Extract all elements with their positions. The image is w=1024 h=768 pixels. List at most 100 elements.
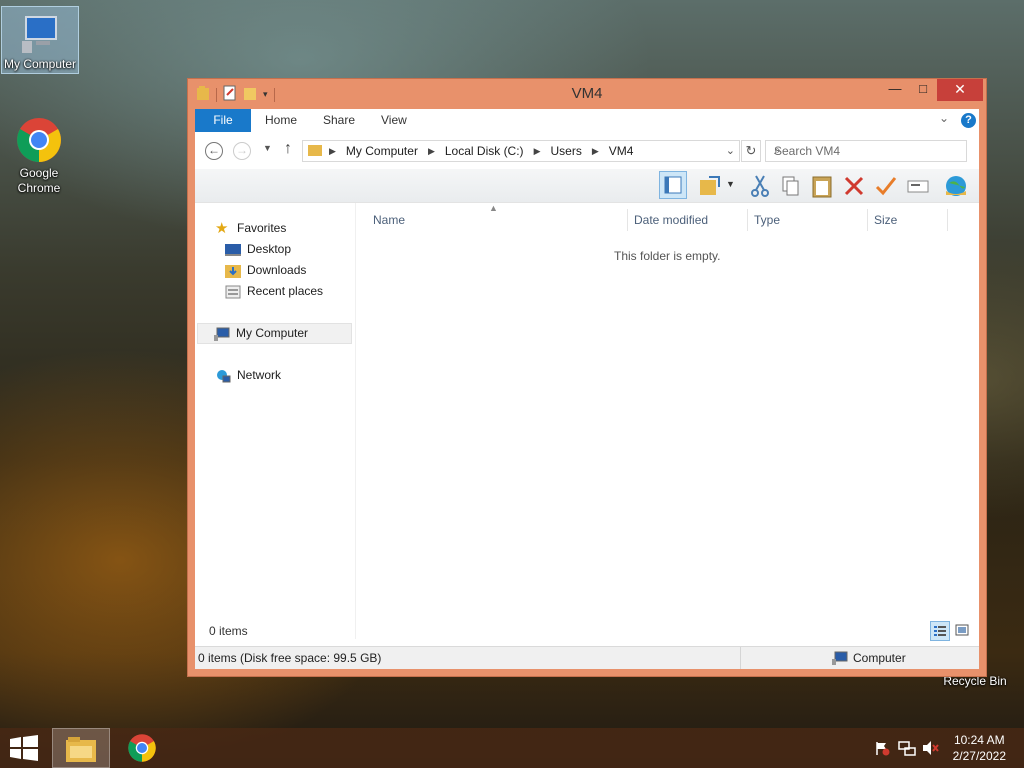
column-divider[interactable] bbox=[947, 209, 948, 231]
minimize-button[interactable]: — bbox=[881, 79, 909, 101]
file-explorer-icon bbox=[65, 735, 97, 766]
column-header-size[interactable]: Size bbox=[874, 213, 897, 227]
nav-item-desktop[interactable]: Desktop bbox=[225, 239, 291, 260]
window-client: File Home Share View ⌄ ? ← → ▼ ↑ ▶ My Co… bbox=[195, 109, 979, 669]
start-button[interactable] bbox=[0, 728, 58, 768]
breadcrumb-vm4[interactable]: VM4 bbox=[609, 144, 634, 158]
chrome-icon bbox=[15, 116, 63, 164]
chrome-icon bbox=[127, 733, 157, 766]
up-button[interactable]: ↑ bbox=[284, 140, 292, 158]
nav-label: Desktop bbox=[247, 242, 292, 256]
action-center-flag-icon[interactable] bbox=[874, 740, 890, 759]
forward-button[interactable]: → bbox=[233, 142, 251, 160]
tab-view[interactable]: View bbox=[381, 109, 407, 132]
ribbon-tabs: File Home Share View ⌄ ? bbox=[195, 109, 979, 133]
column-header-name[interactable]: Name bbox=[373, 213, 405, 227]
windows-logo-icon bbox=[10, 735, 38, 764]
chevron-right-icon[interactable]: ▶ bbox=[428, 146, 435, 157]
nav-item-downloads[interactable]: Downloads bbox=[225, 260, 306, 281]
nav-label: Recent places bbox=[247, 284, 324, 298]
breadcrumb-local-disk[interactable]: Local Disk (C:) bbox=[445, 144, 524, 158]
file-list-pane: ▲ Name Date modified Type Size This fold… bbox=[357, 203, 979, 639]
details-status-bar: 0 items (Disk free space: 99.5 GB) Compu… bbox=[195, 646, 979, 669]
computer-icon bbox=[832, 651, 848, 668]
status-bar: 0 items bbox=[195, 617, 979, 647]
computer-icon bbox=[18, 11, 62, 55]
search-input[interactable]: Search VM4 ⌕ bbox=[765, 140, 967, 162]
taskbar-file-explorer[interactable] bbox=[52, 728, 110, 768]
column-header-date-modified[interactable]: Date modified bbox=[634, 213, 708, 227]
chevron-right-icon[interactable]: ▶ bbox=[329, 146, 336, 157]
column-divider[interactable] bbox=[867, 209, 868, 231]
folder-icon bbox=[307, 143, 323, 160]
search-icon[interactable]: ⌕ bbox=[774, 143, 960, 158]
column-divider[interactable] bbox=[747, 209, 748, 231]
location-label: Computer bbox=[853, 651, 906, 665]
star-icon: ★ bbox=[215, 219, 229, 237]
copy-icon[interactable] bbox=[777, 173, 803, 199]
volume-muted-icon[interactable] bbox=[922, 740, 940, 759]
nav-item-recent-places[interactable]: Recent places bbox=[225, 281, 323, 302]
network-icon bbox=[215, 369, 231, 383]
network-status-icon[interactable] bbox=[898, 740, 916, 759]
window-title: VM4 bbox=[571, 85, 603, 102]
desktop-icon-google-chrome[interactable]: Google Chrome bbox=[1, 112, 77, 196]
chevron-right-icon[interactable]: ▶ bbox=[592, 146, 599, 157]
large-icons-view-icon[interactable] bbox=[955, 623, 969, 640]
help-icon[interactable]: ? bbox=[961, 113, 976, 128]
tab-file[interactable]: File bbox=[195, 109, 251, 132]
downloads-folder-icon bbox=[225, 264, 241, 278]
column-divider[interactable] bbox=[627, 209, 628, 231]
taskbar-google-chrome[interactable] bbox=[114, 728, 172, 768]
preview-pane-icon[interactable] bbox=[659, 171, 687, 199]
title-bar[interactable]: ▾ VM4 — □ ✕ bbox=[188, 79, 986, 109]
sort-ascending-icon: ▲ bbox=[489, 203, 498, 213]
column-header-type[interactable]: Type bbox=[754, 213, 780, 227]
chevron-down-icon[interactable]: ▼ bbox=[726, 179, 735, 189]
item-count: 0 items bbox=[209, 624, 248, 638]
nav-label: My Computer bbox=[236, 326, 309, 340]
clock-date: 2/27/2022 bbox=[952, 749, 1006, 763]
checkmark-icon[interactable] bbox=[873, 173, 899, 199]
nav-item-my-computer[interactable]: My Computer bbox=[197, 323, 352, 344]
chevron-down-icon[interactable]: ⌄ bbox=[726, 144, 735, 157]
divider bbox=[740, 647, 741, 669]
nav-label: Favorites bbox=[237, 221, 287, 235]
close-button[interactable]: ✕ bbox=[937, 79, 983, 101]
nav-item-network[interactable]: Network bbox=[215, 365, 281, 386]
nav-item-favorites[interactable]: ★ Favorites bbox=[215, 218, 286, 239]
recent-locations-icon[interactable]: ▼ bbox=[263, 143, 272, 153]
taskbar: 10:24 AM 2/27/2022 bbox=[0, 728, 1024, 768]
desktop-icon-my-computer[interactable]: My Computer bbox=[1, 6, 79, 74]
rename-icon[interactable] bbox=[905, 173, 931, 199]
desktop-icon bbox=[225, 243, 241, 257]
empty-folder-message: This folder is empty. bbox=[614, 249, 721, 263]
paste-icon[interactable] bbox=[809, 173, 835, 199]
navigation-pane: ★ Favorites Desktop Downloads Recent pla… bbox=[195, 203, 356, 639]
clock-time: 10:24 AM bbox=[953, 733, 1005, 747]
chevron-right-icon[interactable]: ▶ bbox=[534, 146, 541, 157]
maximize-button[interactable]: □ bbox=[909, 79, 937, 101]
address-row: ← → ▼ ↑ ▶ My Computer ▶ Local Disk (C:) … bbox=[195, 132, 979, 169]
breadcrumb-users[interactable]: Users bbox=[550, 144, 581, 158]
address-bar[interactable]: ▶ My Computer ▶ Local Disk (C:) ▶ Users … bbox=[302, 140, 740, 162]
breadcrumb-my-computer[interactable]: My Computer bbox=[346, 144, 418, 158]
details-view-icon[interactable] bbox=[930, 621, 950, 641]
delete-icon[interactable] bbox=[841, 173, 867, 199]
open-folder-icon[interactable] bbox=[697, 173, 723, 199]
command-toolbar: ▼ bbox=[195, 169, 979, 203]
expand-ribbon-icon[interactable]: ⌄ bbox=[939, 111, 949, 125]
globe-icon[interactable] bbox=[943, 173, 969, 199]
tab-share[interactable]: Share bbox=[323, 109, 355, 132]
nav-label: Downloads bbox=[247, 263, 307, 277]
cut-icon[interactable] bbox=[747, 173, 773, 199]
recent-places-icon bbox=[225, 285, 241, 299]
refresh-button[interactable]: ↻ bbox=[741, 140, 761, 162]
system-clock[interactable]: 10:24 AM 2/27/2022 bbox=[953, 732, 1006, 764]
disk-free-space: 0 items (Disk free space: 99.5 GB) bbox=[198, 651, 382, 665]
nav-label: Network bbox=[237, 368, 282, 382]
back-button[interactable]: ← bbox=[205, 142, 223, 160]
desktop-icon-label: My Computer bbox=[3, 57, 77, 71]
computer-icon bbox=[214, 327, 230, 341]
tab-home[interactable]: Home bbox=[265, 109, 297, 132]
